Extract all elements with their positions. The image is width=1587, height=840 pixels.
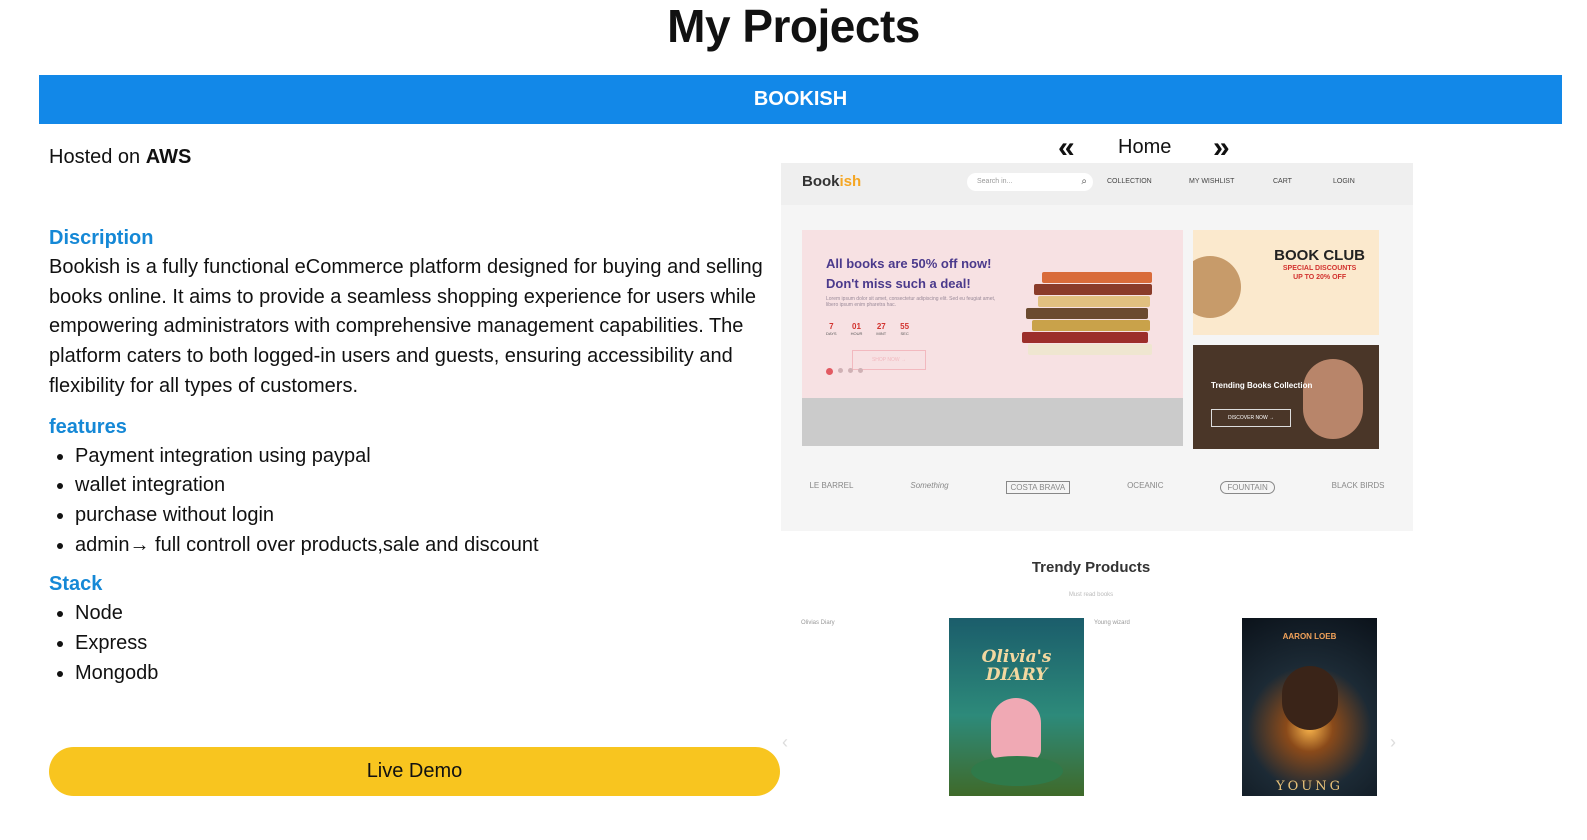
discover-button: DISCOVER NOW → xyxy=(1211,409,1291,427)
book-cover-olivias-diary: Olivia's DIARY xyxy=(949,618,1084,796)
list-item: wallet integration xyxy=(75,471,779,501)
chevrons-right-icon[interactable]: » xyxy=(1213,133,1230,163)
list-item: Node xyxy=(75,599,779,629)
lilypad-illustration xyxy=(971,756,1063,786)
product-name: Olivias Diary xyxy=(801,620,835,626)
mini-search: Search in... ⌕ xyxy=(967,173,1093,191)
brand-logo: BLACK BIRDS xyxy=(1331,481,1385,490)
club-title-text: BOOK CLUB xyxy=(1274,247,1365,264)
trending-card: Trending Books Collection DISCOVER NOW → xyxy=(1193,345,1379,449)
reader-photo xyxy=(1303,359,1363,439)
trendy-subtitle: Must read books xyxy=(1068,592,1114,598)
dot xyxy=(848,368,853,373)
hero-line-1: All books are 50% off now! xyxy=(826,256,992,271)
mini-search-placeholder: Search in... xyxy=(977,178,1013,185)
stack-heading: Stack xyxy=(49,573,103,596)
project-title-bar: BOOKISH xyxy=(39,75,1562,124)
cover-author: AARON LOEB xyxy=(1282,632,1337,641)
hosted-prefix: Hosted on xyxy=(49,146,141,168)
hero-body: Lorem ipsum dolor sit amet, consectetur … xyxy=(826,296,996,308)
dot xyxy=(838,368,843,373)
stack-list: Node Express Mongodb xyxy=(49,599,779,688)
cover-title: YOUNG xyxy=(1276,779,1343,794)
mini-logo-accent: ish xyxy=(839,173,862,190)
list-item: Mongodb xyxy=(75,659,779,689)
chevron-left-icon: ‹ xyxy=(782,732,788,752)
hero-shop-button: SHOP NOW → xyxy=(852,350,926,370)
description-text: Bookish is a fully functional eCommerce … xyxy=(49,256,763,397)
live-demo-button[interactable]: Live Demo xyxy=(49,747,780,796)
project-details: Hosted on AWS Discription Bookish is a f… xyxy=(49,140,779,688)
project-screenshot: Bookish Search in... ⌕ COLLECTION MY WIS… xyxy=(781,163,1413,531)
book-cover-young-wizard: AARON LOEB YOUNG xyxy=(1242,618,1377,796)
brand-logo: OCEANIC xyxy=(1127,481,1164,490)
page-title: My Projects xyxy=(667,0,920,52)
mini-nav-wishlist: MY WISHLIST xyxy=(1189,178,1235,185)
brand-strip: LE BARREL Something COSTA BRAVA OCEANIC … xyxy=(781,481,1413,494)
list-item: purchase without login xyxy=(75,501,779,531)
trending-label: Trending Books Collection xyxy=(1211,381,1313,390)
description-heading: Discription xyxy=(49,227,154,249)
hosted-platform: AWS xyxy=(145,146,192,168)
project-name: BOOKISH xyxy=(753,88,848,110)
mini-logo: Bookish xyxy=(802,173,861,190)
mini-header: Bookish Search in... ⌕ COLLECTION MY WIS… xyxy=(781,163,1413,205)
features-heading: features xyxy=(49,415,127,438)
product-name: Young wizard xyxy=(1094,620,1130,626)
hero-carousel-dots xyxy=(826,368,863,375)
hero-gray-band xyxy=(802,398,1183,446)
brand-logo: LE BARREL xyxy=(809,481,854,490)
mini-nav-cart: CART xyxy=(1273,178,1292,185)
hero-headline: All books are 50% off now! Don't miss su… xyxy=(826,254,991,294)
brand-logo: COSTA BRAVA xyxy=(1005,481,1071,494)
chevrons-left-icon[interactable]: « xyxy=(1058,133,1075,163)
club-sub-2: UP TO 20% OFF xyxy=(1293,274,1347,281)
trendy-title: Trendy Products xyxy=(1031,559,1151,576)
club-sub-1: SPECIAL DISCOUNTS xyxy=(1282,265,1357,272)
chevron-right-icon: › xyxy=(1390,732,1396,752)
cover-title: Olivia's DIARY xyxy=(981,647,1052,685)
list-item: Payment integration using paypal xyxy=(75,442,779,472)
count-days: 7 DAYS xyxy=(826,322,837,336)
mini-nav-login: LOGIN xyxy=(1333,178,1355,185)
book-club-title: BOOK CLUB SPECIAL DISCOUNTS UP TO 20% OF… xyxy=(1274,248,1365,282)
book-stack-image xyxy=(1018,268,1168,368)
brand-logo: Something xyxy=(910,481,949,490)
list-item: Express xyxy=(75,629,779,659)
hero-line-2: Don't miss such a deal! xyxy=(826,276,971,291)
count-sec: 55 SEC xyxy=(900,322,910,336)
girl-illustration xyxy=(991,698,1041,760)
list-item: admin→ full controll over products,sale … xyxy=(75,531,779,561)
dot xyxy=(858,368,863,373)
hosted-on: Hosted on AWS xyxy=(49,146,779,169)
count-mint: 27 MINT xyxy=(876,322,887,336)
mini-logo-main: Book xyxy=(802,173,840,190)
hero-countdown: 7 DAYS 01 HOUR 27 MINT 55 SEC xyxy=(826,322,909,336)
slider-current-label: Home xyxy=(1118,136,1172,158)
boy-illustration xyxy=(1282,666,1338,730)
reader-photo xyxy=(1193,256,1241,318)
search-icon: ⌕ xyxy=(1081,176,1087,187)
screenshot-slider-nav: « Home » xyxy=(1050,133,1250,163)
mini-hero-banner: All books are 50% off now! Don't miss su… xyxy=(802,230,1183,446)
count-hour: 01 HOUR xyxy=(850,322,863,336)
features-list: Payment integration using paypal wallet … xyxy=(49,442,779,561)
mini-nav-collection: COLLECTION xyxy=(1107,178,1152,185)
brand-logo: FOUNTAIN xyxy=(1220,481,1275,494)
dot xyxy=(826,368,833,375)
book-club-card: BOOK CLUB SPECIAL DISCOUNTS UP TO 20% OF… xyxy=(1193,230,1379,335)
